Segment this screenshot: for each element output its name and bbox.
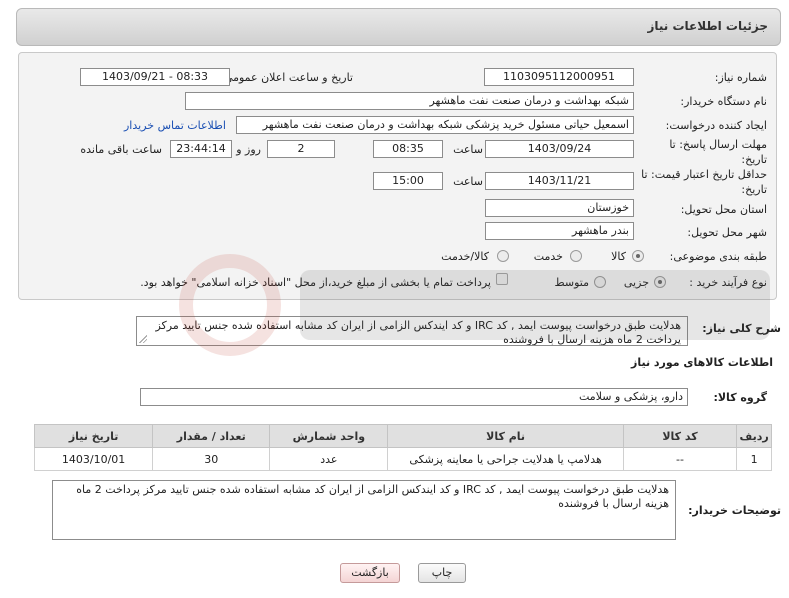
buyer-contact-link[interactable]: اطلاعات تماس خریدار bbox=[124, 119, 226, 132]
creator-field: اسمعیل حیاتی مسئول خرید پزشکی شبکه بهداش… bbox=[236, 116, 634, 134]
need-number-field: 1103095112000951 bbox=[484, 68, 634, 86]
buyer-notes-text-content: هدلایت طبق درخواست پیوست ایمد , کد IRC و… bbox=[76, 483, 669, 510]
need-number-label: شماره نیاز: bbox=[714, 71, 767, 84]
page-header: جزئیات اطلاعات نیاز bbox=[16, 8, 781, 46]
row-qty: 30 bbox=[152, 447, 271, 471]
province-label: استان محل تحویل: bbox=[680, 203, 767, 216]
col-date: تاریخ نیاز bbox=[33, 424, 154, 448]
process-label: نوع فرآیند خرید : bbox=[689, 276, 767, 289]
creator-label: ایجاد کننده درخواست: bbox=[665, 119, 767, 132]
page-title: جزئیات اطلاعات نیاز bbox=[647, 19, 768, 33]
process-option-minor: جزیی bbox=[623, 276, 649, 289]
description-text-content: هدلایت طبق درخواست پیوست ایمد , کد IRC و… bbox=[155, 319, 681, 346]
announce-datetime-label: تاریخ و ساعت اعلان عمومی: bbox=[220, 71, 353, 84]
category-radio-goods-service[interactable] bbox=[497, 250, 509, 262]
resize-grip[interactable] bbox=[139, 335, 147, 343]
category-option-goods-service: کالا/خدمت bbox=[441, 250, 489, 263]
days-label: روز و bbox=[236, 143, 261, 156]
goods-section-title: اطلاعات کالاهای مورد نیاز bbox=[631, 356, 773, 369]
table-row: 1 -- هدلامپ یا هدلایت جراحی یا معاینه پز… bbox=[33, 447, 772, 471]
province-field: خوزستان bbox=[485, 199, 634, 217]
price-validity-label: حداقل تاریخ اعتبار قیمت: تا تاریخ: bbox=[641, 168, 767, 196]
goods-table-header: ردیف کد کالا نام کالا واحد شمارش تعداد /… bbox=[33, 424, 772, 448]
process-radio-minor[interactable] bbox=[654, 276, 666, 288]
category-radio-goods[interactable] bbox=[632, 250, 644, 262]
buyer-notes-text: هدلایت طبق درخواست پیوست ایمد , کد IRC و… bbox=[52, 480, 676, 540]
row-name: هدلامپ یا هدلایت جراحی یا معاینه پزشکی bbox=[387, 447, 624, 471]
remaining-time-field: 23:44:14 bbox=[170, 140, 232, 158]
process-radio-medium[interactable] bbox=[594, 276, 606, 288]
goods-group-label: گروه کالا: bbox=[713, 391, 767, 404]
col-name: نام کالا bbox=[387, 424, 624, 448]
reply-date-field: 1403/09/24 bbox=[485, 140, 634, 158]
buyer-org-label: نام دستگاه خریدار: bbox=[680, 95, 767, 108]
col-code: کد کالا bbox=[622, 424, 738, 448]
buyer-org-field: شبکه بهداشت و درمان صنعت نفت ماهشهر bbox=[185, 92, 634, 110]
reply-time-field: 08:35 bbox=[373, 140, 443, 158]
remaining-time-label: ساعت باقی مانده bbox=[80, 143, 162, 156]
back-button[interactable]: بازگشت bbox=[340, 563, 400, 583]
reply-deadline-label: مهلت ارسال پاسخ: تا تاریخ: bbox=[669, 138, 767, 166]
announce-datetime-field: 1403/09/21 - 08:33 bbox=[80, 68, 230, 86]
goods-table: ردیف کد کالا نام کالا واحد شمارش تعداد /… bbox=[33, 424, 772, 471]
city-label: شهر محل تحویل: bbox=[687, 226, 767, 239]
row-code: -- bbox=[622, 447, 738, 471]
goods-group-field: دارو، پزشکی و سلامت bbox=[140, 388, 688, 406]
validity-date-field: 1403/11/21 bbox=[485, 172, 634, 190]
col-index: ردیف bbox=[736, 424, 772, 448]
description-label: شرح کلی نیاز: bbox=[702, 322, 781, 335]
treasury-payment-checkbox[interactable] bbox=[496, 273, 508, 285]
print-button[interactable]: چاپ bbox=[418, 563, 466, 583]
process-option-medium: متوسط bbox=[554, 276, 589, 289]
row-date: 1403/10/01 bbox=[33, 447, 154, 471]
days-field: 2 bbox=[267, 140, 335, 158]
buyer-notes-label: توضیحات خریدار: bbox=[688, 504, 781, 517]
city-field: بندر ماهشهر bbox=[485, 222, 634, 240]
col-unit: واحد شمارش bbox=[269, 424, 389, 448]
category-option-service: خدمت bbox=[533, 250, 563, 263]
col-qty: تعداد / مقدار bbox=[152, 424, 271, 448]
validity-time-field: 15:00 bbox=[373, 172, 443, 190]
category-label: طبقه بندی موضوعی: bbox=[669, 250, 767, 263]
category-option-goods: کالا bbox=[611, 250, 626, 263]
description-text: هدلایت طبق درخواست پیوست ایمد , کد IRC و… bbox=[136, 316, 688, 346]
row-unit: عدد bbox=[269, 447, 389, 471]
category-radio-service[interactable] bbox=[570, 250, 582, 262]
payment-note: پرداخت تمام یا بخشی از مبلغ خرید،از محل … bbox=[140, 276, 491, 289]
validity-time-label: ساعت bbox=[453, 175, 483, 188]
reply-time-label: ساعت bbox=[453, 143, 483, 156]
row-index: 1 bbox=[736, 447, 772, 471]
